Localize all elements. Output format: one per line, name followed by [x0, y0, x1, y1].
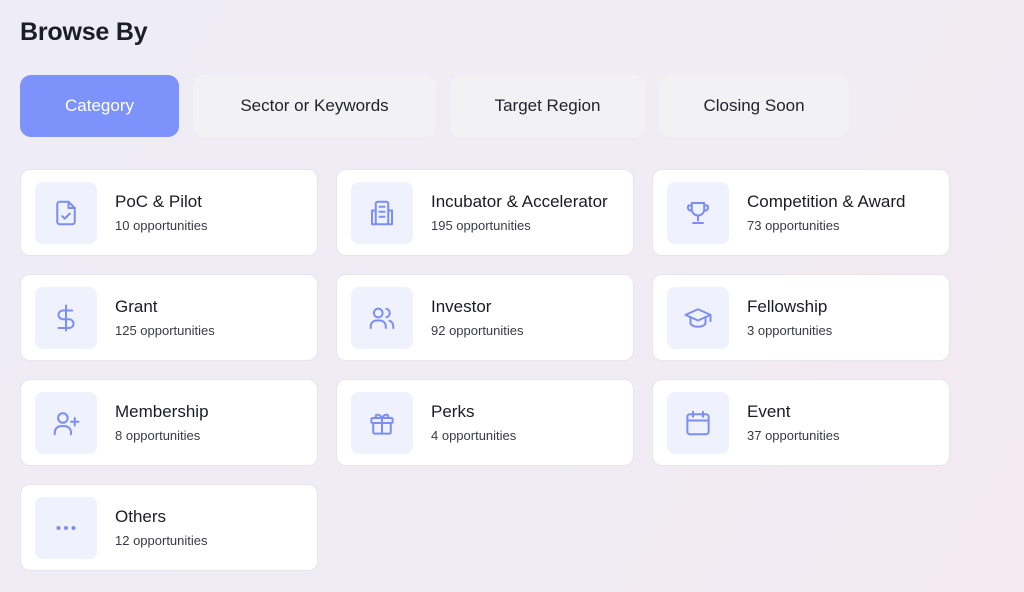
- category-title: Fellowship: [747, 297, 828, 316]
- category-card-perks[interactable]: Perks 4 opportunities: [336, 379, 634, 466]
- category-title: Incubator & Accelerator: [431, 192, 608, 211]
- category-count: 37 opportunities: [747, 428, 840, 443]
- category-card-competition-award[interactable]: Competition & Award 73 opportunities: [652, 169, 950, 256]
- category-title: Grant: [115, 297, 158, 316]
- category-title: PoC & Pilot: [115, 192, 202, 211]
- category-count: 73 opportunities: [747, 218, 840, 233]
- tab-closing-soon[interactable]: Closing Soon: [659, 75, 849, 137]
- user-plus-icon: [35, 391, 97, 454]
- category-title: Others: [115, 507, 167, 526]
- category-card-poc-pilot[interactable]: PoC & Pilot 10 opportunities: [20, 169, 318, 256]
- category-title: Investor: [431, 297, 492, 316]
- category-count: 125 opportunities: [115, 323, 215, 338]
- category-card-membership[interactable]: Membership 8 opportunities: [20, 379, 318, 466]
- calendar-icon: [667, 391, 729, 454]
- tab-target-region[interactable]: Target Region: [450, 75, 645, 137]
- category-grid: PoC & Pilot 10 opportunities Incubator &…: [20, 169, 950, 571]
- more-horizontal-icon: [35, 496, 97, 559]
- category-title: Competition & Award: [747, 192, 906, 211]
- category-count: 10 opportunities: [115, 218, 208, 233]
- tab-category[interactable]: Category: [20, 75, 179, 137]
- category-card-others[interactable]: Others 12 opportunities: [20, 484, 318, 571]
- category-count: 8 opportunities: [115, 428, 201, 443]
- category-count: 195 opportunities: [431, 218, 531, 233]
- building-icon: [351, 181, 413, 244]
- browse-tabs: Category Sector or Keywords Target Regio…: [20, 75, 849, 137]
- dollar-icon: [35, 286, 97, 349]
- category-card-incubator-accelerator[interactable]: Incubator & Accelerator 195 opportunitie…: [336, 169, 634, 256]
- category-count: 12 opportunities: [115, 533, 208, 548]
- graduation-cap-icon: [667, 286, 729, 349]
- tab-sector-or-keywords[interactable]: Sector or Keywords: [193, 75, 436, 137]
- category-card-investor[interactable]: Investor 92 opportunities: [336, 274, 634, 361]
- category-title: Event: [747, 402, 791, 421]
- users-icon: [351, 286, 413, 349]
- trophy-icon: [667, 181, 729, 244]
- category-count: 3 opportunities: [747, 323, 833, 338]
- gift-icon: [351, 391, 413, 454]
- category-count: 92 opportunities: [431, 323, 524, 338]
- category-card-event[interactable]: Event 37 opportunities: [652, 379, 950, 466]
- category-count: 4 opportunities: [431, 428, 517, 443]
- category-card-fellowship[interactable]: Fellowship 3 opportunities: [652, 274, 950, 361]
- page-title: Browse By: [20, 18, 148, 46]
- category-title: Perks: [431, 402, 475, 421]
- category-card-grant[interactable]: Grant 125 opportunities: [20, 274, 318, 361]
- category-title: Membership: [115, 402, 209, 421]
- clipboard-check-icon: [35, 181, 97, 244]
